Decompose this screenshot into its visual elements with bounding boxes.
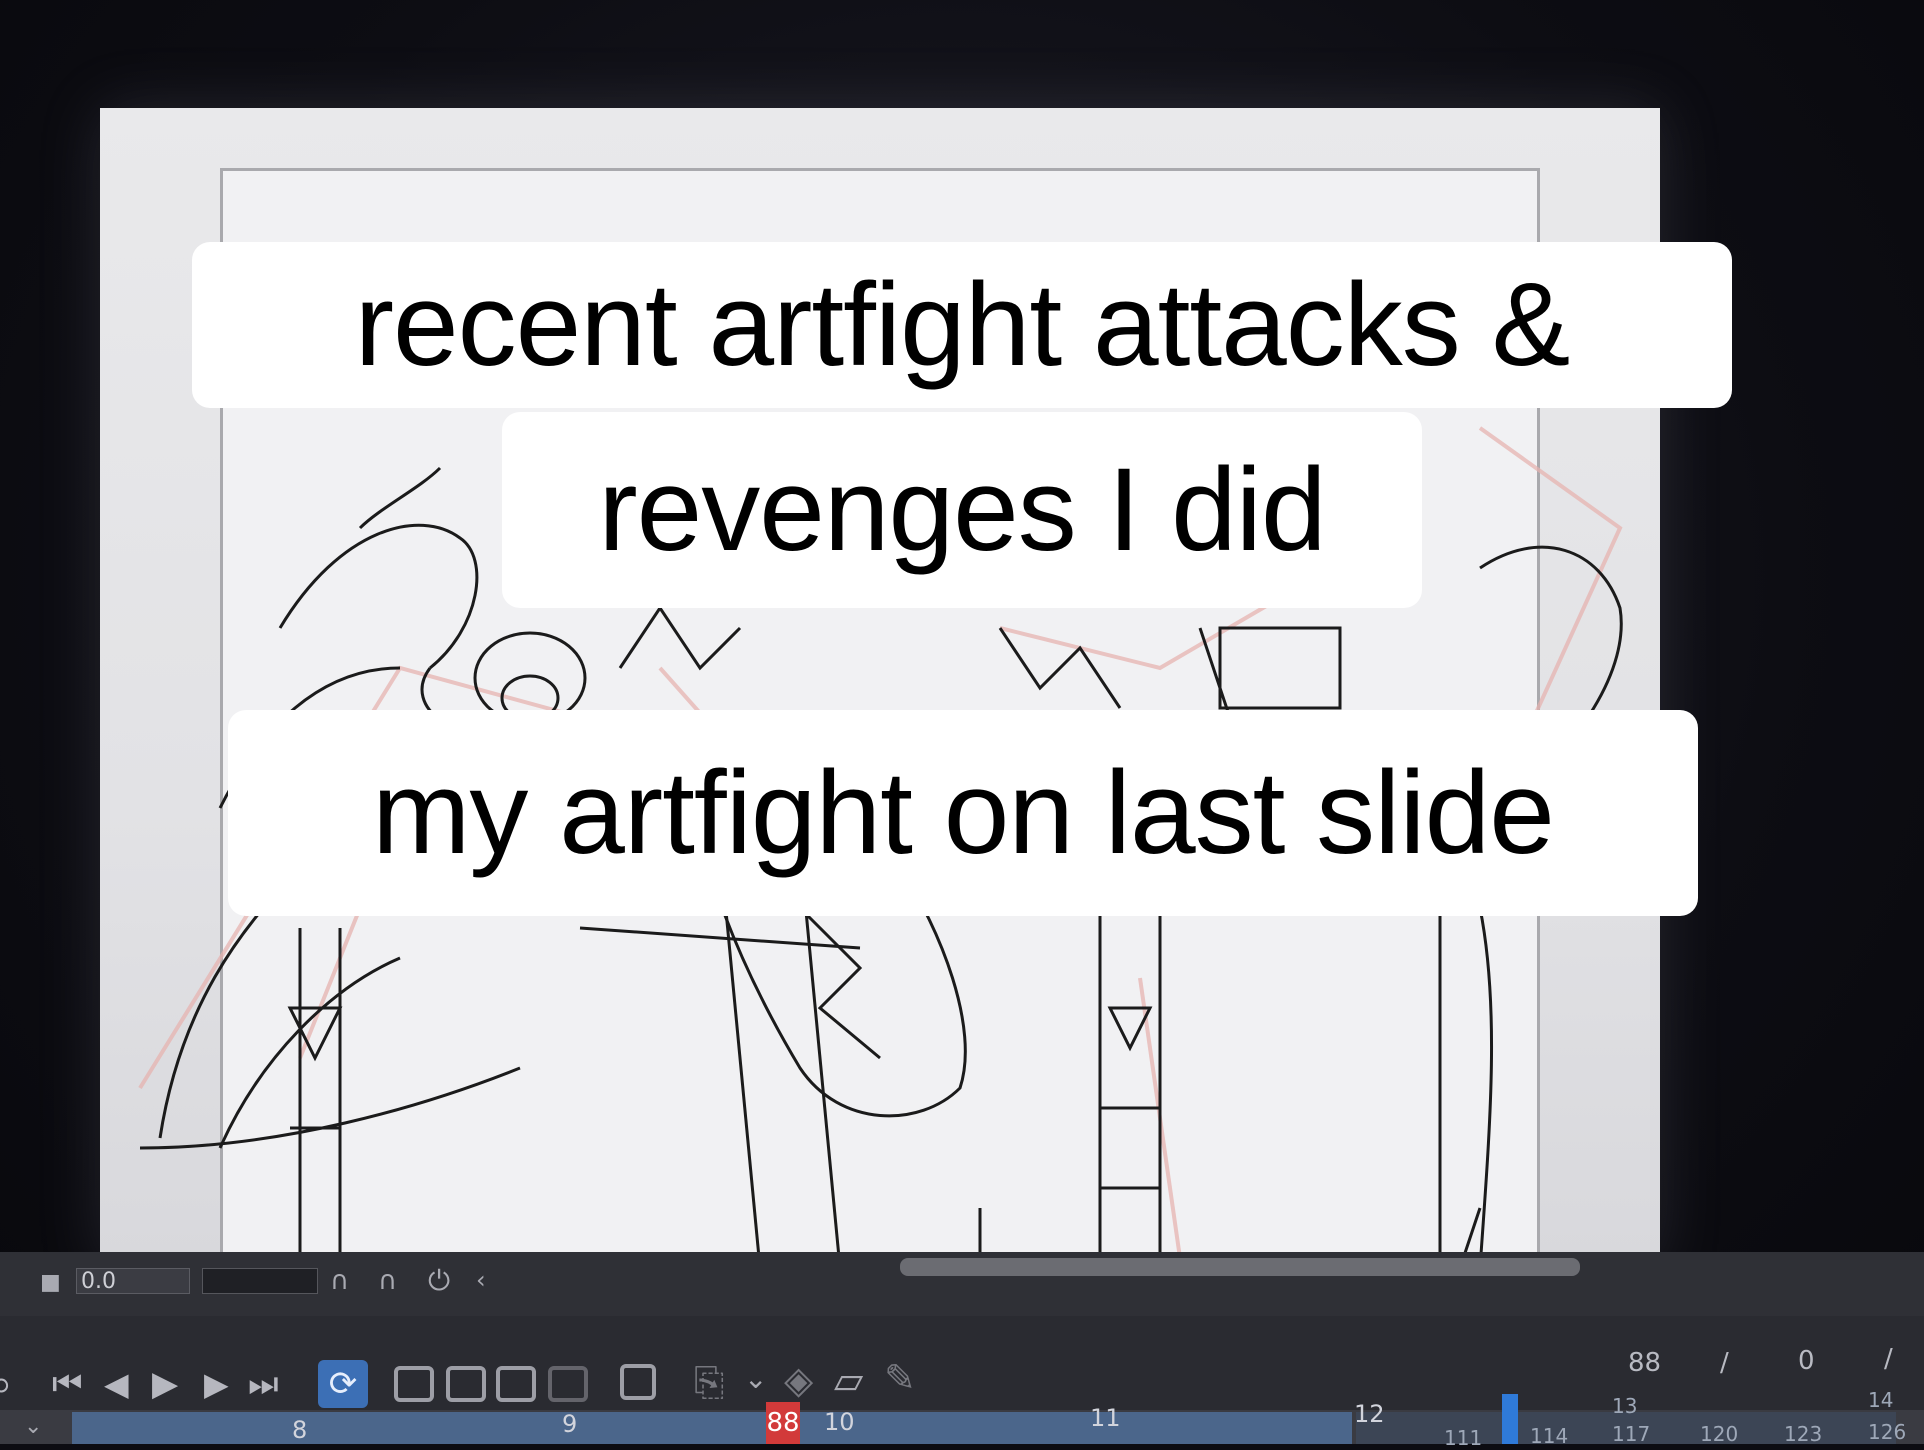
ruler-minor-tick: 123 xyxy=(1784,1422,1823,1446)
playhead-frame-marker[interactable]: 88 xyxy=(766,1402,800,1444)
search-icon[interactable]: ⌕ xyxy=(0,1364,12,1404)
delete-cel-icon[interactable] xyxy=(548,1366,588,1402)
ruler-minor-tick: 114 xyxy=(1530,1424,1569,1448)
timeline-zoom-slider[interactable] xyxy=(202,1268,318,1294)
ruler-tick: 9 xyxy=(562,1410,578,1438)
loop-playback-button[interactable]: ⟳ xyxy=(318,1360,368,1408)
end-frame-marker[interactable] xyxy=(1502,1394,1518,1444)
new-animation-folder-icon[interactable] xyxy=(446,1366,486,1402)
offset-readout: 0 xyxy=(1798,1346,1815,1376)
chevron-down-icon[interactable]: ⌄ xyxy=(744,1362,767,1395)
duplicate-cel-icon[interactable] xyxy=(496,1366,536,1402)
ruler-minor-tick: 117 xyxy=(1612,1422,1651,1446)
frame-rate-field[interactable]: 0.0 xyxy=(76,1268,190,1294)
first-frame-button[interactable]: ⏮ xyxy=(52,1364,83,1404)
caption-line-2: revenges I did xyxy=(502,412,1422,608)
ruler-tick: 8 xyxy=(292,1416,308,1444)
last-frame-button[interactable]: ⏭ xyxy=(248,1364,279,1404)
new-cel-icon[interactable] xyxy=(394,1366,434,1402)
horizontal-scrollbar[interactable] xyxy=(900,1258,1580,1276)
ruler-tick: 12 xyxy=(1354,1400,1385,1428)
power-icon[interactable]: ⏻ xyxy=(428,1264,450,1298)
ruler-minor-tick: 126 xyxy=(1868,1420,1907,1444)
camera-icon[interactable]: ⎘ xyxy=(694,1360,724,1405)
ruler-tick: 13 xyxy=(1612,1394,1638,1418)
caption-line-1: recent artfight attacks & xyxy=(192,242,1732,408)
onion-skin-prev-icon[interactable]: ∩ xyxy=(330,1266,349,1296)
fill-bucket-icon[interactable]: ◈ xyxy=(784,1358,813,1402)
timeline-top-bar: ■ 0.0 ∩ ∩ ⏻ ‹ xyxy=(0,1252,1924,1316)
ruler-tick: 14 xyxy=(1868,1388,1894,1412)
counter-separator-2: / xyxy=(1884,1344,1893,1374)
ruler-minor-tick: 120 xyxy=(1700,1422,1739,1446)
stop-icon[interactable]: ■ xyxy=(40,1270,61,1295)
ruler-minor-tick: 111 xyxy=(1444,1426,1483,1450)
chevron-left-icon[interactable]: ‹ xyxy=(476,1266,486,1294)
pencil-icon[interactable]: ✎ xyxy=(884,1356,916,1400)
current-frame-readout: 88 xyxy=(1628,1348,1662,1378)
prev-frame-button[interactable]: ◀ xyxy=(104,1364,129,1404)
collapse-icon[interactable]: ⌄ xyxy=(24,1414,42,1439)
ruler-tick: 10 xyxy=(824,1408,855,1436)
onion-skin-icon[interactable] xyxy=(620,1364,656,1400)
ruler-tick: 11 xyxy=(1090,1404,1121,1432)
caption-line-3: my artfight on last slide xyxy=(228,710,1698,916)
onion-skin-next-icon[interactable]: ∩ xyxy=(378,1266,397,1296)
edit-cel-icon[interactable]: ▱ xyxy=(834,1358,863,1402)
next-frame-button[interactable]: ▶ xyxy=(204,1364,229,1404)
play-button[interactable]: ▶ xyxy=(152,1364,178,1404)
playback-range xyxy=(72,1412,1352,1444)
counter-separator-1: / xyxy=(1720,1348,1729,1378)
